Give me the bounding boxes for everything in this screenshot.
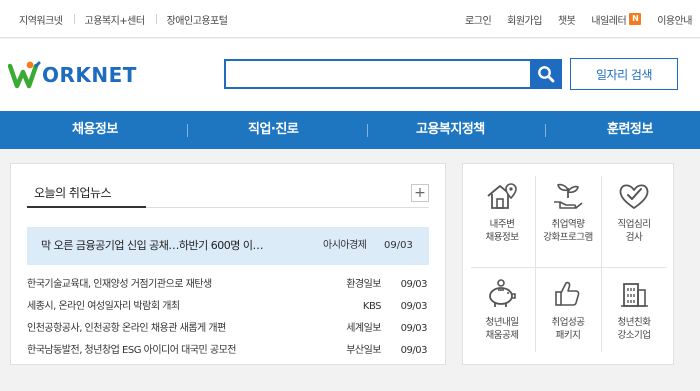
service-label: 강소기업 [617, 330, 651, 341]
building-icon [621, 283, 648, 307]
house-location-icon [487, 183, 517, 209]
headline-news[interactable]: 막 오른 금융공기업 신입 공채…하반기 600명 이… 아시아경제 09/03 [27, 227, 429, 265]
usage-guide-link[interactable]: 이용안내 [649, 12, 700, 27]
service-label: 내주변 [489, 219, 515, 230]
news-item-source: 부산일보 [346, 345, 381, 356]
service-label: 직업심리 [617, 219, 651, 230]
service-label: 검사 [625, 232, 643, 243]
top-utility-bar: 지역워크넷 고용복지+센터 장애인고용포털 로그인 회원가입 챗봇 내일레터 N … [0, 0, 700, 38]
service-nearby-jobs[interactable]: 내주변채용정보 [469, 180, 535, 268]
news-item-date: 09/03 [400, 323, 428, 334]
headline-title: 막 오른 금융공기업 신입 공채…하반기 600명 이… [41, 239, 264, 252]
link-employment-welfare-center[interactable]: 고용복지+센터 [73, 12, 156, 27]
member-links: 로그인 회원가입 챗봇 내일레터 N 이용안내 [457, 0, 700, 38]
logo-text: ORKNET [42, 63, 137, 87]
search-icon [538, 66, 555, 83]
nav-career[interactable]: 직업·진로 [248, 111, 299, 149]
search-button[interactable] [530, 59, 562, 89]
service-youth-savings[interactable]: 청년내일채움공제 [469, 278, 535, 366]
naeil-letter-label: 내일레터 [591, 15, 627, 27]
news-item-date: 09/03 [400, 301, 428, 312]
job-search-button[interactable]: 일자리 검색 [570, 58, 678, 90]
service-label: 강화프로그램 [543, 232, 593, 243]
service-label: 채용정보 [485, 232, 519, 243]
nav-separator [187, 124, 188, 137]
nav-job-info[interactable]: 채용정보 [72, 111, 118, 149]
piggy-bank-icon [489, 279, 516, 307]
news-item-source: KBS [362, 301, 382, 312]
nav-welfare-policy[interactable]: 고용복지정책 [416, 111, 485, 149]
news-item-date: 09/03 [400, 345, 428, 356]
headline-date: 09/03 [384, 240, 413, 251]
signup-link[interactable]: 회원가입 [499, 12, 550, 27]
sprout-hand-icon [554, 183, 583, 209]
chatbot-link[interactable]: 챗봇 [550, 12, 583, 27]
nav-training-info[interactable]: 훈련정보 [607, 111, 653, 149]
news-item-source: 세계일보 [346, 323, 381, 334]
more-news-button[interactable]: + [411, 184, 429, 202]
new-badge: N [629, 13, 642, 25]
worknet-logo[interactable]: ORKNET [8, 57, 137, 93]
service-label: 취업성공 [551, 317, 585, 328]
news-item-title: 인천공항공사, 인천공항 온라인 채용관 새롭게 개편 [27, 323, 226, 334]
service-label: 청년내일 [485, 317, 519, 328]
service-label: 청년친화 [617, 317, 651, 328]
heart-check-icon [619, 184, 649, 209]
service-label: 채움공제 [485, 330, 519, 341]
main-navigation: 채용정보 직업·진로 고용복지정책 훈련정보 [0, 111, 700, 149]
news-item[interactable]: 세종시, 온라인 여성일자리 박람회 개최 KBS 09/03 [27, 296, 429, 317]
news-item-title: 한국남동발전, 청년창업 ESG 아이디어 대국민 공모전 [27, 345, 237, 356]
news-panel-title[interactable]: 오늘의 취업뉴스 [34, 184, 112, 201]
service-label: 패키지 [555, 330, 581, 341]
service-psych-test[interactable]: 직업심리검사 [601, 180, 667, 268]
news-item[interactable]: 인천공항공사, 인천공항 온라인 채용관 새롭게 개편 세계일보 09/03 [27, 318, 429, 339]
active-tab-underline [27, 206, 146, 208]
service-label: 취업역량 [551, 219, 585, 230]
news-item-date: 09/03 [400, 279, 428, 290]
news-item-source: 환경일보 [346, 279, 381, 290]
news-item-title: 세종시, 온라인 여성일자리 박람회 개최 [27, 301, 180, 312]
nav-separator [545, 124, 546, 137]
link-regional-worknet[interactable]: 지역워크넷 [8, 12, 74, 27]
service-job-competency[interactable]: 취업역량강화프로그램 [535, 180, 601, 268]
quick-service-panel: 내주변 채용정보 취업역량 강화프로그램 직업심리 검사 청년내일 채움공제 취… [462, 163, 674, 365]
service-youth-friendly-company[interactable]: 청년친화강소기업 [601, 278, 667, 366]
nav-separator [367, 124, 368, 137]
news-item-title: 한국기술교육대, 인재양성 거점기관으로 재탄생 [27, 279, 212, 290]
search-box [224, 59, 562, 89]
news-item[interactable]: 한국기술교육대, 인재양성 거점기관으로 재탄생 환경일보 09/03 [27, 274, 429, 295]
job-news-panel: 오늘의 취업뉴스 + 막 오른 금융공기업 신입 공채…하반기 600명 이… … [10, 163, 446, 365]
search-input[interactable] [226, 61, 526, 87]
service-success-package[interactable]: 취업성공패키지 [535, 278, 601, 366]
login-link[interactable]: 로그인 [457, 12, 499, 27]
family-site-links: 지역워크넷 고용복지+센터 장애인고용포털 [8, 0, 239, 38]
worknet-w-mark-icon [8, 61, 41, 89]
thumbs-up-icon [555, 281, 580, 306]
site-header: ORKNET 일자리 검색 [0, 39, 700, 111]
naeil-letter-link[interactable]: 내일레터 N [583, 12, 649, 27]
link-disabled-employment-portal[interactable]: 장애인고용포털 [155, 12, 239, 27]
news-item[interactable]: 한국남동발전, 청년창업 ESG 아이디어 대국민 공모전 부산일보 09/03 [27, 340, 429, 361]
headline-source: 아시아경제 [323, 240, 367, 251]
